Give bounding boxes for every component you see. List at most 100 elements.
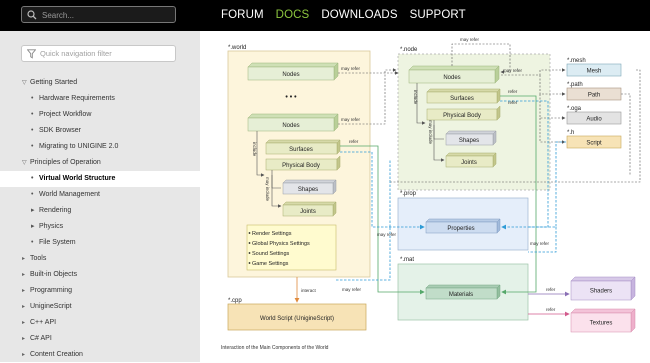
sidebar-item[interactable]: ▽ Principles of Operation bbox=[0, 155, 200, 171]
sidebar-item[interactable]: • Hardware Requirements bbox=[0, 91, 200, 107]
properties-label: Properties bbox=[447, 226, 474, 232]
navigation-tree: ▽ Getting Started • Hardware Requirements • P… bbox=[0, 75, 200, 363]
search-box[interactable] bbox=[21, 6, 176, 23]
refer-text: refer bbox=[546, 307, 556, 312]
world-nodes-box-2: Nodes bbox=[247, 113, 339, 132]
sidebar-item[interactable]: ▸ Rendering bbox=[0, 203, 200, 219]
sidebar-item-label: UnigineScript bbox=[30, 303, 72, 310]
world-structure-diagram: *.world Nodes • • • Nodes Surfaces Physi… bbox=[227, 37, 641, 333]
include-text: include bbox=[413, 90, 418, 105]
sidebar-item[interactable]: • Virtual World Structure bbox=[0, 171, 200, 187]
may-refer-text: may refer bbox=[342, 287, 362, 292]
bullet-icon: • bbox=[31, 239, 34, 246]
collapsed-icon: ▸ bbox=[22, 256, 26, 262]
textures-label: Textures bbox=[590, 321, 613, 327]
sidebar-item[interactable]: • File System bbox=[0, 235, 200, 251]
script-box-label: Script bbox=[586, 141, 602, 147]
path-label: *.path bbox=[567, 82, 583, 88]
world-nodes-box: Nodes bbox=[247, 62, 339, 81]
world-shapes-label: Shapes bbox=[298, 187, 318, 193]
sidebar-item-label: Programming bbox=[30, 287, 73, 294]
sidebar-item[interactable]: ▸ Programming bbox=[0, 283, 200, 299]
node-nodes-label: Nodes bbox=[443, 75, 460, 81]
materials-label: Materials bbox=[449, 292, 473, 298]
mesh-label: *.mesh bbox=[567, 58, 586, 64]
audio-box-label: Audio bbox=[586, 117, 602, 123]
interact-text: interact bbox=[301, 288, 317, 293]
may-refer-text: may refer bbox=[530, 241, 550, 246]
collapsed-icon: ▸ bbox=[31, 207, 35, 214]
node-nodes-box: Nodes bbox=[408, 65, 500, 84]
collapsed-icon: ▸ bbox=[22, 304, 26, 310]
filter-icon bbox=[27, 49, 36, 59]
main-nav: FORUM DOCS DOWNLOADS SUPPORT bbox=[221, 9, 478, 21]
node-shapes-label: Shapes bbox=[459, 138, 479, 144]
search-input[interactable] bbox=[42, 8, 172, 22]
settings-item: Render Settings bbox=[252, 231, 292, 237]
world-joints-box: Joints bbox=[282, 201, 337, 217]
sidebar-item[interactable]: • Project Workflow bbox=[0, 107, 200, 123]
properties-box: Properties bbox=[425, 218, 501, 234]
settings-box: Render Settings Global Physics Settings … bbox=[246, 224, 337, 271]
mesh-box-label: Mesh bbox=[587, 69, 602, 75]
world-joints-label: Joints bbox=[300, 209, 316, 215]
sidebar-item-label: World Management bbox=[39, 191, 100, 198]
settings-item: Global Physics Settings bbox=[252, 241, 310, 247]
sidebar-item[interactable]: ▽ Getting Started bbox=[0, 75, 200, 91]
collapsed-icon: ▸ bbox=[22, 352, 26, 358]
diagram-caption: Interaction of the Main Components of th… bbox=[221, 345, 329, 351]
sidebar-item[interactable]: • Migrating to UNIGINE 2.0 bbox=[0, 139, 200, 155]
oga-label: *.oga bbox=[567, 106, 582, 112]
sidebar-item[interactable]: ▸ Content Creation bbox=[0, 347, 200, 363]
sidebar-item-label: Virtual World Structure bbox=[39, 175, 116, 182]
world-nodes-label-2: Nodes bbox=[282, 123, 299, 129]
sidebar-item-label: Rendering bbox=[39, 207, 72, 214]
search-icon bbox=[27, 10, 37, 20]
filter-input[interactable] bbox=[40, 47, 170, 60]
sidebar-item[interactable]: ▸ Physics bbox=[0, 219, 200, 235]
may-include-text: may include bbox=[428, 120, 433, 145]
sidebar-item-label: C++ API bbox=[30, 319, 57, 326]
shaders-label: Shaders bbox=[590, 289, 612, 295]
nav-downloads[interactable]: DOWNLOADS bbox=[321, 9, 397, 21]
top-bar: FORUM DOCS DOWNLOADS SUPPORT bbox=[0, 0, 650, 31]
sidebar-item[interactable]: ▸ Tools bbox=[0, 251, 200, 267]
node-surfaces-label: Surfaces bbox=[450, 96, 474, 102]
sidebar-item[interactable]: ▸ C# API bbox=[0, 331, 200, 347]
settings-item: Sound Settings bbox=[252, 251, 290, 257]
node-shapes-box: Shapes bbox=[445, 130, 497, 146]
nav-forum[interactable]: FORUM bbox=[221, 9, 264, 21]
include-text: include bbox=[252, 142, 257, 157]
collapsed-icon: ▸ bbox=[22, 320, 26, 326]
navigation-filter[interactable] bbox=[21, 45, 176, 62]
h-label: *.h bbox=[567, 130, 574, 136]
sidebar-item-label: Migrating to UNIGINE 2.0 bbox=[39, 143, 119, 150]
shaders-box: Shaders bbox=[570, 276, 636, 301]
path-box-label: Path bbox=[588, 93, 600, 99]
sidebar-item[interactable]: • SDK Browser bbox=[0, 123, 200, 139]
may-refer-arrow bbox=[528, 227, 557, 253]
materials-box: Materials bbox=[425, 284, 501, 300]
bullet-icon: • bbox=[31, 175, 34, 182]
may-refer-text: may refer bbox=[503, 68, 523, 73]
sidebar-item-label: Content Creation bbox=[30, 351, 83, 358]
sidebar-item[interactable]: • World Management bbox=[0, 187, 200, 203]
nav-support[interactable]: SUPPORT bbox=[410, 9, 466, 21]
nav-docs[interactable]: DOCS bbox=[276, 9, 310, 21]
world-shapes-box: Shapes bbox=[282, 179, 337, 195]
world-surfaces-label: Surfaces bbox=[289, 147, 313, 153]
world-physical-body-label: Physical Body bbox=[282, 163, 320, 169]
script-box: Script bbox=[566, 135, 622, 149]
may-refer-text: may refer bbox=[460, 37, 480, 42]
settings-item: Game Settings bbox=[252, 261, 289, 267]
sidebar-item-label: Getting Started bbox=[30, 79, 78, 86]
may-refer-text: may refer bbox=[341, 117, 361, 122]
sidebar-item[interactable]: ▸ Built-in Objects bbox=[0, 267, 200, 283]
refer-text: refer bbox=[508, 89, 518, 94]
sidebar-item[interactable]: ▸ UnigineScript bbox=[0, 299, 200, 315]
refer-text: refer bbox=[546, 287, 556, 292]
sidebar-item-label: Project Workflow bbox=[39, 111, 92, 118]
collapsed-icon: ▸ bbox=[22, 336, 26, 342]
world-nodes-label: Nodes bbox=[282, 72, 299, 78]
sidebar-item[interactable]: ▸ C++ API bbox=[0, 315, 200, 331]
